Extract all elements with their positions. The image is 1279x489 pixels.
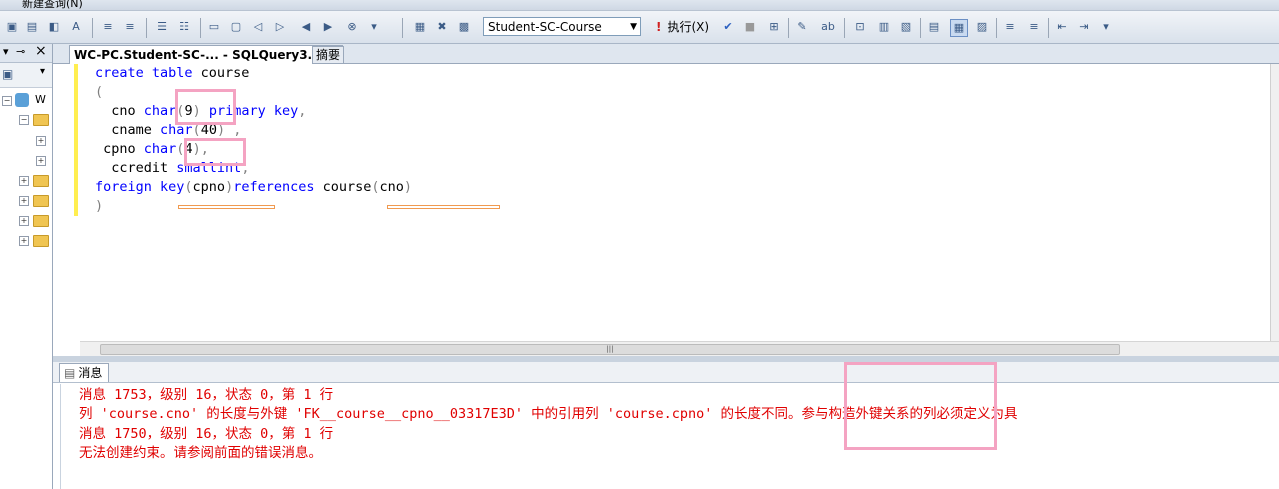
results-to-text-icon[interactable]: ▭: [206, 19, 222, 35]
tab-messages[interactable]: ▤ 消息: [59, 363, 110, 382]
uncomment-icon-2[interactable]: ≡: [1026, 19, 1042, 35]
comment-out-icon[interactable]: ≡: [1002, 19, 1018, 35]
cancel-query-icon[interactable]: ✖: [434, 19, 450, 35]
query-designer-icon[interactable]: ✎: [794, 19, 810, 35]
scrollbar-thumb[interactable]: |||: [100, 344, 1120, 355]
sql-editor[interactable]: create table course ( cno char(9) primary…: [53, 64, 1279, 341]
folder-icon: [33, 235, 49, 247]
intellisense-icon[interactable]: ▦: [412, 19, 428, 35]
results-to-grid-icon[interactable]: ▦: [950, 19, 968, 37]
sql-code[interactable]: create table course ( cno char(9) primary…: [95, 64, 412, 216]
server-icon: [15, 93, 29, 107]
indent-icon[interactable]: ≡: [100, 19, 116, 35]
display-plan-icon[interactable]: ⊞: [766, 19, 782, 35]
annotation-underline-cpno: [178, 205, 275, 209]
database-select[interactable]: Student-SC-Course ▼: [483, 17, 641, 36]
object-explorer-toolbar: ▣ ▾: [0, 63, 52, 88]
chevron-down-icon: ▼: [630, 22, 637, 32]
close-icon[interactable]: ×: [35, 43, 47, 59]
collapse-icon[interactable]: −: [2, 96, 12, 106]
prev-bookmark-folder-icon[interactable]: ◀: [298, 19, 314, 35]
expand-icon[interactable]: +: [19, 216, 29, 226]
include-plan-icon[interactable]: ⊡: [852, 19, 868, 35]
expand-icon[interactable]: +: [19, 236, 29, 246]
next-bookmark-icon[interactable]: ▷: [272, 19, 288, 35]
folder-icon: [33, 215, 49, 227]
exclamation-icon: !: [656, 20, 662, 34]
results-to-file-icon[interactable]: ▧: [898, 19, 914, 35]
results-to-file-icon-2[interactable]: ▨: [974, 19, 990, 35]
change-margin: [74, 64, 78, 216]
font-icon[interactable]: A: [68, 19, 84, 35]
code-line: create table course: [95, 65, 250, 81]
code-line: cpno char(4),: [95, 141, 209, 157]
bookmark-icon[interactable]: ▢: [228, 19, 244, 35]
server-node-label[interactable]: W: [35, 93, 46, 106]
document-tabs: WC-PC.Student-SC-... - SQLQuery3.sql* 摘要: [53, 44, 1279, 64]
results-tabs: ▤ 消息: [53, 362, 1279, 383]
annotation-box-message: [844, 362, 997, 450]
object-explorer: ▾ ⊸ × ▣ ▾ − W − + + + + + +: [0, 43, 53, 489]
horizontal-scrollbar[interactable]: |||: [80, 341, 1279, 356]
uncomment-icon[interactable]: ☷: [176, 19, 192, 35]
stop-icon[interactable]: ■: [742, 19, 758, 35]
code-line: ccredit smallint,: [95, 160, 250, 176]
vertical-scrollbar[interactable]: [1270, 64, 1279, 344]
connect-icon[interactable]: ▣: [4, 19, 20, 35]
object-explorer-header: ▾ ⊸ ×: [0, 43, 52, 63]
parse-check-icon[interactable]: ✔: [720, 19, 736, 35]
code-line: cno char(9) primary key,: [95, 103, 307, 119]
clear-bookmarks-icon[interactable]: ⊗: [344, 19, 360, 35]
code-line: cname char(40) ,: [95, 122, 242, 138]
pin-icon[interactable]: ⊸: [16, 45, 25, 58]
document-icon: ▤: [64, 366, 76, 380]
tab-sqlquery3[interactable]: WC-PC.Student-SC-... - SQLQuery3.sql*: [69, 45, 344, 64]
folder-icon: [33, 195, 49, 207]
folder-icon: [33, 175, 49, 187]
tab-summary[interactable]: 摘要: [312, 46, 345, 64]
annotation-box-cno: [175, 89, 236, 125]
standard-toolbar: 新建查询(N): [0, 0, 1279, 11]
expand-icon[interactable]: +: [19, 176, 29, 186]
annotation-box-cpno: [184, 138, 246, 166]
results-to-text-icon-2[interactable]: ▤: [926, 19, 942, 35]
new-query-button[interactable]: 新建查询(N): [22, 0, 83, 10]
messages-panel[interactable]: 消息 1753，级别 16，状态 0，第 1 行列 'course.cno' 的…: [60, 384, 1279, 489]
toolbar-options-icon[interactable]: ▾: [40, 66, 45, 77]
expand-icon[interactable]: +: [36, 156, 46, 166]
folder-icon: [33, 114, 49, 126]
available-databases-icon[interactable]: ◧: [46, 19, 62, 35]
results-grid-icon[interactable]: ▩: [456, 19, 472, 35]
code-line: (: [95, 84, 104, 100]
decrease-indent-icon[interactable]: ⇤: [1054, 19, 1070, 35]
prev-bookmark-icon[interactable]: ◁: [250, 19, 266, 35]
toolbar-options-icon[interactable]: ▾: [366, 19, 382, 35]
comment-icon[interactable]: ☰: [154, 19, 170, 35]
sql-editor-toolbar: ▣ ▤ ◧ A ≡ ≡ ☰ ☷ ▭ ▢ ◁ ▷ ◀ ▶ ⊗ ▾ ▦ ✖ ▩ St…: [0, 11, 1279, 44]
connect-icon[interactable]: ▣: [2, 67, 13, 81]
dropdown-icon[interactable]: ▾: [3, 45, 9, 58]
expand-icon[interactable]: +: [36, 136, 46, 146]
client-stats-icon[interactable]: ▥: [876, 19, 892, 35]
toolbar-options-icon-2[interactable]: ▾: [1098, 19, 1114, 35]
specify-values-icon[interactable]: ab: [820, 19, 836, 35]
execute-button[interactable]: ! 执行(X): [656, 18, 709, 36]
next-bookmark-folder-icon[interactable]: ▶: [320, 19, 336, 35]
increase-indent-icon[interactable]: ⇥: [1076, 19, 1092, 35]
outdent-icon[interactable]: ≡: [122, 19, 138, 35]
collapse-icon[interactable]: −: [19, 115, 29, 125]
annotation-underline-cno: [387, 205, 500, 209]
code-line: foreign key(cpno)references course(cno): [95, 179, 413, 195]
expand-icon[interactable]: +: [19, 196, 29, 206]
change-connection-icon[interactable]: ▤: [24, 19, 40, 35]
